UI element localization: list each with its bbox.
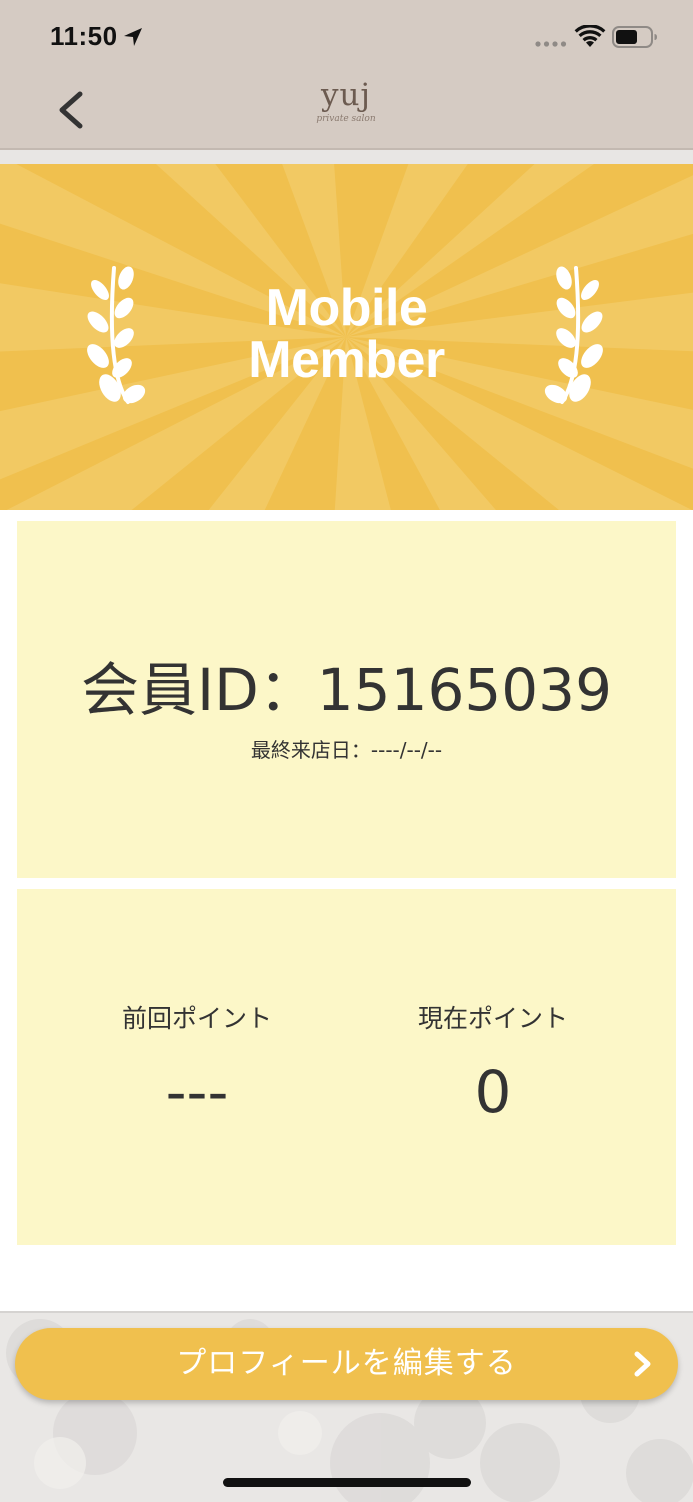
member-id-card: 会員ID：15165039 最終来店日：----/--/-- [17,521,676,878]
current-points-value: 0 [474,1058,512,1126]
edit-profile-button[interactable]: プロフィールを編集する [15,1328,678,1400]
top-bar: 11:50 yuj private salon [0,0,693,150]
location-arrow-icon [124,28,142,46]
edit-profile-label: プロフィールを編集する [176,1346,517,1381]
status-time: 11:50 [50,21,118,51]
previous-points-label: 前回ポイント [121,1004,272,1033]
chevron-left-icon [59,91,83,129]
previous-points: 前回ポイント --- [57,1001,337,1127]
logo-subtext: private salon [316,114,376,124]
banner-title-line1: Mobile [265,279,428,337]
previous-points-value: --- [165,1058,229,1126]
wifi-icon [574,25,606,47]
current-points-label: 現在ポイント [417,1004,568,1033]
home-indicator[interactable] [223,1478,471,1487]
banner-title-line2: Member [248,331,445,389]
current-points: 現在ポイント 0 [353,1001,633,1127]
cellular-signal-icon [535,41,567,47]
header-divider [0,150,693,164]
salon-logo: yuj private salon [296,78,396,142]
logo-text: yuj [320,77,372,113]
last-visit-date: 最終来店日：----/--/-- [250,738,443,762]
banner-title: Mobile Member [170,282,523,386]
member-id: 会員ID：15165039 [81,656,612,724]
battery-icon [612,26,657,48]
member-banner: Mobile Member [0,164,693,510]
laurel-icon [544,266,603,404]
chevron-right-icon [634,1351,651,1377]
back-button[interactable] [44,80,100,140]
laurel-icon [87,266,146,404]
points-card: 前回ポイント --- 現在ポイント 0 [17,889,676,1245]
